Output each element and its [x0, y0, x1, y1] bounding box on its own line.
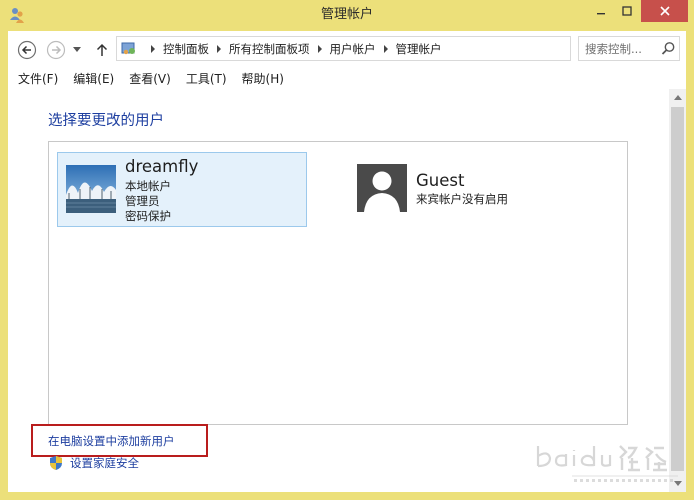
- recent-locations-button[interactable]: [70, 39, 84, 61]
- breadcrumb-separator-icon: [317, 44, 322, 53]
- scroll-up-icon: [673, 95, 682, 100]
- family-safety-link[interactable]: 设置家庭安全: [48, 455, 139, 471]
- baidu-watermark-logo: [536, 445, 678, 482]
- user-password-status: 密码保护: [125, 209, 171, 223]
- user-account-status: 来宾帐户没有启用: [416, 192, 508, 206]
- menu-bar: 文件(F) 编辑(E) 查看(V) 工具(T) 帮助(H): [8, 67, 686, 89]
- users-icon: [10, 8, 24, 23]
- up-button[interactable]: [91, 39, 113, 61]
- address-bar[interactable]: 控制面板 所有控制面板项 用户帐户 管理帐户: [116, 36, 666, 61]
- breadcrumb-item[interactable]: 用户帐户: [330, 41, 376, 57]
- menu-help[interactable]: 帮助(H): [242, 70, 284, 87]
- close-button[interactable]: [641, 0, 688, 22]
- shield-icon: [50, 456, 62, 470]
- chevron-down-icon: [73, 47, 81, 52]
- breadcrumb-item[interactable]: 管理帐户: [396, 41, 442, 57]
- arrow-right-icon: [46, 40, 66, 60]
- user-list: dreamfly 本地帐户 管理员 密码保护 Guest 来宾帐户没有启用: [48, 141, 628, 425]
- breadcrumb-item[interactable]: 所有控制面板项: [229, 41, 310, 57]
- back-button[interactable]: [16, 39, 38, 61]
- arrow-left-icon: [17, 40, 37, 60]
- maximize-icon: [622, 6, 632, 16]
- breadcrumb-separator-icon: [151, 44, 155, 53]
- menu-edit[interactable]: 编辑(E): [73, 70, 114, 87]
- forward-button[interactable]: [45, 39, 67, 61]
- vertical-scrollbar[interactable]: [669, 89, 686, 492]
- breadcrumb: 控制面板 所有控制面板项 用户帐户 管理帐户: [143, 37, 442, 60]
- scroll-up-button[interactable]: [669, 89, 686, 106]
- content-area: 选择要更改的用户 dreamfly 本地帐户 管理员 密码保护 Guest 来宾…: [8, 89, 686, 492]
- arrow-up-icon: [96, 43, 108, 56]
- maximize-button[interactable]: [614, 0, 640, 22]
- winter-trees-avatar-image: [66, 165, 116, 213]
- control-panel-icon: [121, 42, 135, 55]
- breadcrumb-separator-icon: [383, 44, 388, 53]
- avatar: [357, 164, 407, 212]
- user-card-guest[interactable]: Guest 来宾帐户没有启用: [349, 152, 599, 227]
- user-name: Guest: [416, 171, 465, 190]
- minimize-icon: [597, 13, 605, 15]
- avatar: [66, 165, 116, 213]
- minimize-button[interactable]: [588, 0, 614, 22]
- search-box[interactable]: [578, 36, 680, 61]
- search-input[interactable]: [585, 37, 657, 60]
- person-icon: [357, 164, 407, 212]
- family-safety-label: 设置家庭安全: [70, 456, 139, 470]
- user-role: 管理员: [125, 194, 160, 208]
- scrollbar-thumb[interactable]: [671, 107, 684, 471]
- breadcrumb-item[interactable]: 控制面板: [163, 41, 209, 57]
- user-name: dreamfly: [125, 157, 199, 176]
- user-card-dreamfly[interactable]: dreamfly 本地帐户 管理员 密码保护: [57, 152, 307, 227]
- close-icon: [659, 6, 670, 16]
- menu-tools[interactable]: 工具(T): [186, 70, 227, 87]
- user-account-type: 本地帐户: [125, 179, 171, 193]
- breadcrumb-separator-icon: [217, 44, 221, 53]
- page-title: 选择要更改的用户: [48, 113, 164, 129]
- menu-view[interactable]: 查看(V): [129, 70, 171, 87]
- menu-file[interactable]: 文件(F): [18, 70, 58, 87]
- add-user-link[interactable]: 在电脑设置中添加新用户: [48, 433, 175, 449]
- title-bar: 管理帐户: [0, 0, 694, 30]
- search-icon[interactable]: [661, 41, 676, 56]
- navigation-bar: 控制面板 所有控制面板项 用户帐户 管理帐户: [8, 31, 686, 67]
- manage-accounts-window: 管理帐户 控制面板 所有控制面板项 用户帐户 管理帐户 搜索控制... 文件(F…: [0, 0, 694, 500]
